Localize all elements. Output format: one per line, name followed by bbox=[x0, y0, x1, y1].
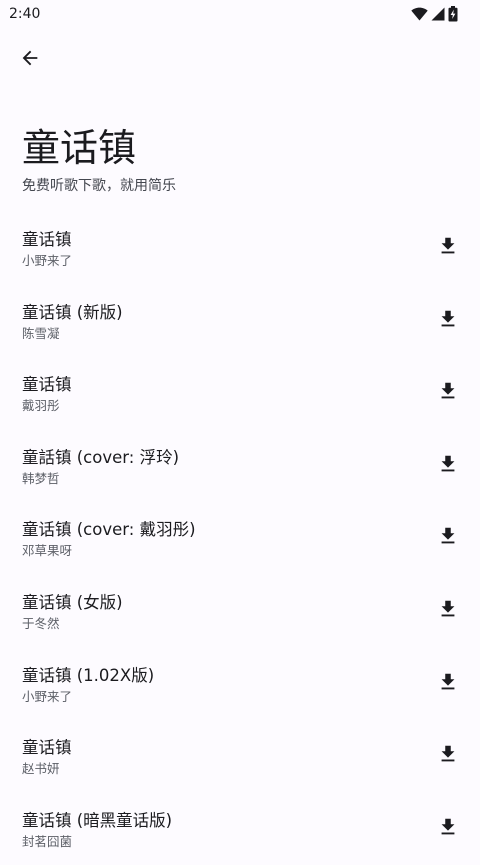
page-title: 童话镇 bbox=[22, 126, 137, 170]
song-list-item[interactable]: 童話镇 (cover: 浮玲) 韩梦哲 bbox=[0, 430, 480, 503]
page-subtitle: 免费听歌下歌，就用简乐 bbox=[22, 178, 176, 194]
download-icon bbox=[437, 525, 459, 551]
song-list-item[interactable]: 童话镇 (新版) 陈雪凝 bbox=[0, 285, 480, 358]
status-bar: 2:40 bbox=[0, 0, 480, 28]
wifi-icon bbox=[411, 7, 428, 21]
song-text: 童话镇 (1.02X版) 小野来了 bbox=[22, 664, 422, 706]
page-header: 童话镇 免费听歌下歌，就用简乐 bbox=[22, 122, 462, 196]
download-button[interactable] bbox=[430, 230, 466, 266]
song-title: 童话镇 bbox=[22, 230, 72, 249]
top-app-bar bbox=[0, 28, 480, 92]
song-text: 童话镇 (暗黑童话版) 封茗囧菌 bbox=[22, 809, 422, 851]
song-title: 童话镇 (女版) bbox=[22, 592, 123, 612]
status-time: 2:40 bbox=[9, 6, 41, 22]
download-button[interactable] bbox=[430, 593, 466, 629]
back-button[interactable] bbox=[6, 36, 54, 84]
song-text: 童话镇 赵书妍 bbox=[22, 736, 422, 778]
song-artist: 陈雪凝 bbox=[22, 325, 60, 341]
song-title: 童话镇 bbox=[22, 738, 72, 758]
song-title: 童话镇 (新版) bbox=[22, 302, 123, 322]
cellular-signal-icon bbox=[431, 7, 445, 21]
download-button[interactable] bbox=[430, 811, 466, 847]
song-artist: 小野来了 bbox=[22, 688, 73, 704]
song-artist: 戴羽彤 bbox=[22, 398, 60, 414]
song-list-item[interactable]: 童话镇 (cover: 戴羽彤) 邓草果呀 bbox=[0, 502, 480, 575]
song-list-item[interactable]: 童话镇 (暗黑童话版) 封茗囧菌 bbox=[0, 793, 480, 865]
song-text: 童话镇 (cover: 戴羽彤) 邓草果呀 bbox=[22, 518, 422, 560]
download-button[interactable] bbox=[430, 303, 466, 339]
download-icon bbox=[437, 671, 459, 697]
song-artist: 邓草果呀 bbox=[22, 543, 73, 559]
song-title: 童话镇 (1.02X版) bbox=[22, 665, 155, 685]
download-button[interactable] bbox=[430, 666, 466, 702]
download-button[interactable] bbox=[430, 375, 466, 411]
download-button[interactable] bbox=[430, 520, 466, 556]
song-list: 童话镇 小野来了 童话镇 (新版) 陈雪凝 童话镇 戴羽彤 童話镇 (cover… bbox=[0, 212, 480, 865]
download-icon bbox=[437, 308, 459, 334]
download-icon bbox=[437, 235, 459, 261]
song-artist: 封茗囧菌 bbox=[22, 833, 73, 849]
song-text: 童话镇 戴羽彤 bbox=[22, 373, 422, 415]
download-icon bbox=[437, 380, 459, 406]
song-list-item[interactable]: 童话镇 戴羽彤 bbox=[0, 357, 480, 430]
song-artist: 于冬然 bbox=[22, 615, 60, 631]
song-text: 童话镇 (新版) 陈雪凝 bbox=[22, 301, 422, 343]
song-list-item[interactable]: 童话镇 (1.02X版) 小野来了 bbox=[0, 648, 480, 721]
song-title: 童话镇 (暗黑童话版) bbox=[22, 810, 173, 830]
download-icon bbox=[437, 743, 459, 769]
song-title: 童话镇 bbox=[22, 375, 72, 395]
download-icon bbox=[437, 816, 459, 842]
song-artist: 小野来了 bbox=[22, 253, 73, 268]
arrow-back-icon bbox=[19, 47, 41, 73]
song-title: 童話镇 (cover: 浮玲) bbox=[22, 447, 179, 467]
song-title: 童话镇 (cover: 戴羽彤) bbox=[22, 520, 196, 540]
download-button[interactable] bbox=[430, 738, 466, 774]
download-icon bbox=[437, 598, 459, 624]
song-list-item[interactable]: 童话镇 小野来了 bbox=[0, 212, 480, 285]
song-list-item[interactable]: 童话镇 赵书妍 bbox=[0, 720, 480, 793]
download-icon bbox=[437, 453, 459, 479]
song-text: 童话镇 小野来了 bbox=[22, 228, 422, 270]
song-text: 童話镇 (cover: 浮玲) 韩梦哲 bbox=[22, 446, 422, 488]
song-artist: 赵书妍 bbox=[22, 761, 60, 777]
song-text: 童话镇 (女版) 于冬然 bbox=[22, 591, 422, 633]
status-icons bbox=[411, 6, 458, 22]
download-button[interactable] bbox=[430, 448, 466, 484]
song-artist: 韩梦哲 bbox=[22, 470, 60, 486]
battery-charging-icon bbox=[448, 6, 458, 22]
song-list-item[interactable]: 童话镇 (女版) 于冬然 bbox=[0, 575, 480, 648]
